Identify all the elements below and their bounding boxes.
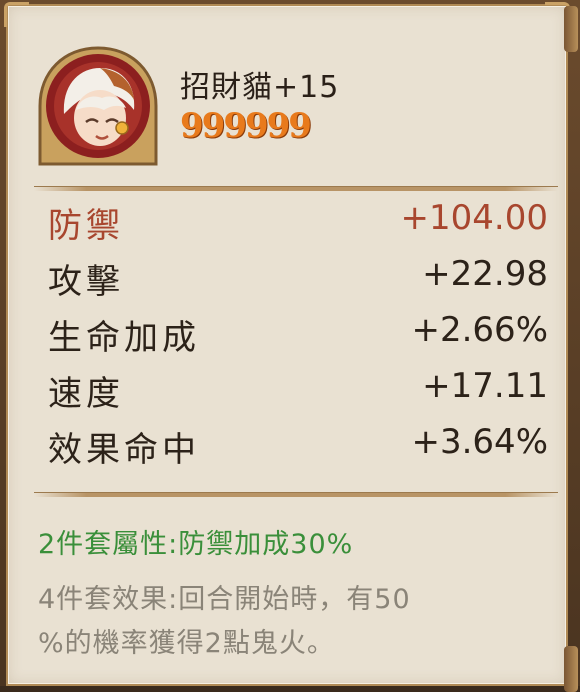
character-portrait <box>36 44 160 168</box>
divider <box>34 492 558 497</box>
portrait-icon <box>38 46 158 166</box>
sub-stat-row: 效果命中 +3.64% <box>48 422 548 472</box>
set-effect-line: %的機率獲得2點鬼火。 <box>38 628 335 659</box>
corner-ornament <box>4 2 29 27</box>
level-indicator: 999999 <box>180 106 312 146</box>
sub-stat-row: 生命加成 +2.66% <box>48 310 548 360</box>
set-effect-line: 4件套效果:回合開始時，有50 <box>38 584 411 615</box>
divider <box>34 186 558 191</box>
sub-stat-row: 速度 +17.11 <box>48 366 548 416</box>
stat-value: +2.66% <box>411 310 549 350</box>
stat-name: 生命加成 <box>48 318 200 358</box>
set-effect-four-piece: 4件套效果:回合開始時，有50 %的機率獲得2點鬼火。 <box>38 578 558 666</box>
item-name: 招財貓+15 <box>180 70 340 105</box>
stat-value: +17.11 <box>422 366 548 406</box>
stat-value: +22.98 <box>422 254 548 294</box>
tooltip-panel: 招財貓+15 999999 防禦 +104.00 攻擊 +22.98 生命加成 … <box>4 2 578 692</box>
side-ornament <box>564 6 578 52</box>
set-bonus-two-piece: 2件套屬性:防禦加成30% <box>38 529 354 560</box>
stat-name: 效果命中 <box>48 430 200 470</box>
side-ornament <box>564 646 578 692</box>
stat-name: 防禦 <box>48 206 124 246</box>
stat-name: 速度 <box>48 374 124 414</box>
stat-name: 攻擊 <box>48 262 124 302</box>
main-stat-row: 防禦 +104.00 <box>48 198 548 248</box>
stat-value: +3.64% <box>411 422 549 462</box>
sub-stat-row: 攻擊 +22.98 <box>48 254 548 304</box>
tooltip-frame: 招財貓+15 999999 防禦 +104.00 攻擊 +22.98 生命加成 … <box>0 0 580 692</box>
stat-value: +104.00 <box>400 198 548 238</box>
